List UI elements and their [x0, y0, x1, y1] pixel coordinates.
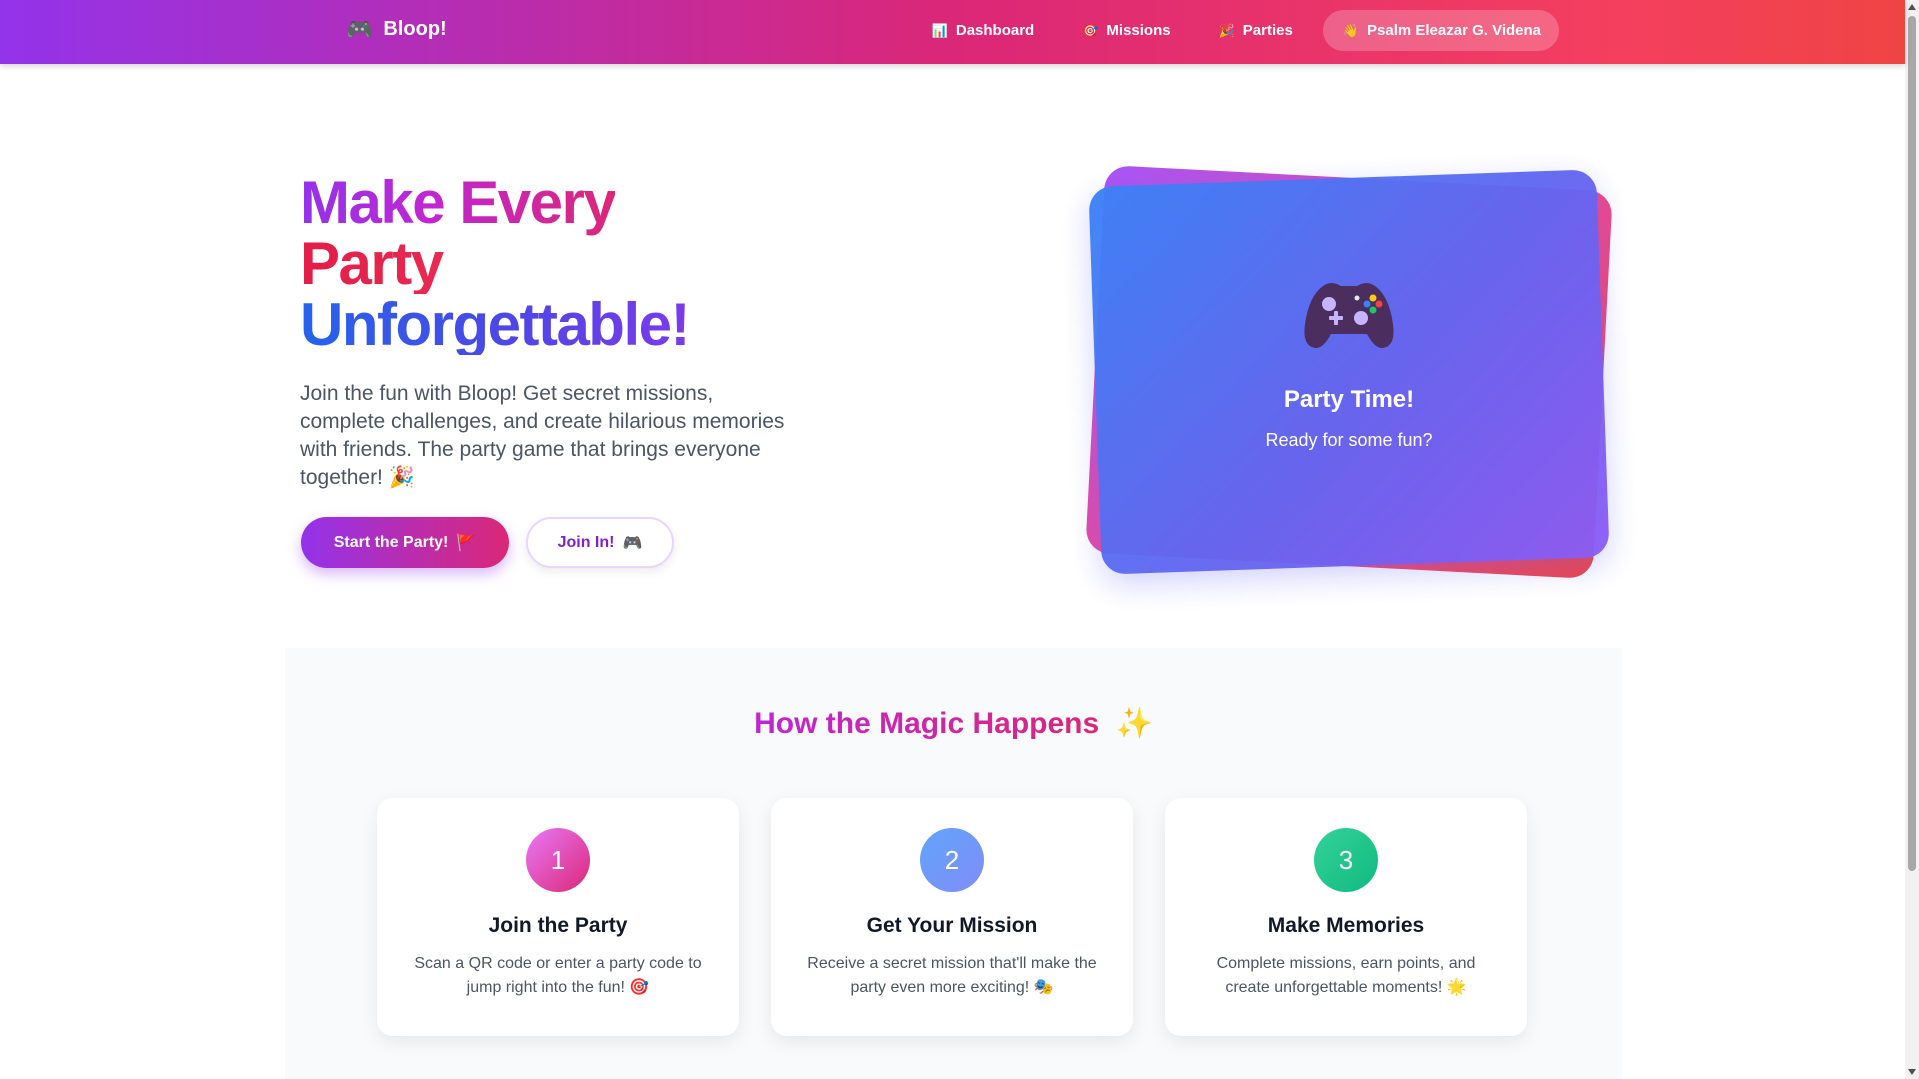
- how-it-works-section: How the Magic Happens ✨ 1 Join the Party…: [285, 648, 1622, 1079]
- game-controller-icon: 🎮: [346, 16, 374, 42]
- step-title: Get Your Mission: [866, 914, 1038, 937]
- bar-chart-icon: 📊: [931, 22, 948, 38]
- brand-logo[interactable]: 🎮 Bloop!: [346, 18, 447, 41]
- step-number: 2: [920, 828, 984, 892]
- game-controller-icon: 🎮: [622, 534, 643, 552]
- step-title: Make Memories: [1267, 914, 1425, 937]
- hero-title: Make Every Party Unforgettable!: [300, 169, 690, 358]
- user-menu-button[interactable]: 👋 Psalm Eleazar G. Videna: [1322, 10, 1559, 51]
- step-description: Receive a secret mission that'll make th…: [807, 955, 1097, 996]
- step-title: Join the Party: [488, 914, 628, 937]
- step-description: Scan a QR code or enter a party code to …: [414, 955, 702, 996]
- nav-link-label: Parties: [1242, 22, 1293, 39]
- nav-link-parties[interactable]: 🎉 Parties: [1201, 10, 1311, 51]
- section-title: How the Magic Happens ✨: [285, 706, 1622, 741]
- scrollbar-thumb[interactable]: [1908, 16, 1916, 871]
- target-icon: 🎯: [1082, 22, 1099, 38]
- page-scrollbar[interactable]: [1905, 0, 1919, 1079]
- hero-card-title: Party Time!: [1283, 386, 1415, 413]
- hero-description: Join the fun with Bloop! Get secret miss…: [300, 382, 785, 489]
- sparkles-icon: ✨: [1115, 707, 1153, 740]
- join-in-button[interactable]: Join In! 🎮: [526, 517, 674, 568]
- join-in-label: Join In!: [557, 533, 615, 551]
- step-card: 3 Make Memories Complete missions, earn …: [1165, 798, 1527, 1036]
- hero-title-line3: Unforgettable!: [300, 291, 690, 358]
- hero-card-content: Party Time! Ready for some fun?: [1085, 168, 1613, 576]
- section-title-text: How the Magic Happens: [754, 707, 1100, 740]
- navbar: 🎮 Bloop! 📊 Dashboard 🎯 Missions 🎉 Partie…: [0, 0, 1905, 64]
- scroll-down-arrow-icon[interactable]: [1908, 1069, 1916, 1075]
- flag-icon: 🚩: [456, 534, 477, 552]
- start-party-label: Start the Party!: [333, 533, 449, 551]
- party-popper-icon: 🎉: [1218, 22, 1235, 38]
- waving-hand-icon: 👋: [1342, 22, 1360, 38]
- start-party-button[interactable]: Start the Party! 🚩: [301, 517, 509, 568]
- step-number: 3: [1314, 828, 1378, 892]
- steps-list: 1 Join the Party Scan a QR code or enter…: [377, 798, 1527, 1036]
- nav-link-label: Dashboard: [955, 22, 1035, 39]
- step-card: 1 Join the Party Scan a QR code or enter…: [377, 798, 739, 1036]
- hero-card-subtitle: Ready for some fun?: [1265, 430, 1433, 450]
- hero-title-line2: Party: [300, 233, 689, 294]
- nav-links: 📊 Dashboard 🎯 Missions 🎉 Parties 👋 Psalm…: [914, 10, 1559, 51]
- nav-link-label: Missions: [1106, 22, 1171, 39]
- hero-title-line1: Make Every: [300, 169, 617, 236]
- game-controller-icon: [1304, 283, 1394, 349]
- step-description: Complete missions, earn points, and crea…: [1216, 955, 1476, 996]
- hero-card: Party Time! Ready for some fun?: [1085, 164, 1613, 580]
- step-number: 1: [526, 828, 590, 892]
- step-card: 2 Get Your Mission Receive a secret miss…: [771, 798, 1133, 1036]
- user-name: Psalm Eleazar G. Videna: [1367, 22, 1541, 39]
- scroll-up-arrow-icon[interactable]: [1908, 4, 1916, 10]
- nav-link-missions[interactable]: 🎯 Missions: [1064, 10, 1188, 51]
- nav-link-dashboard[interactable]: 📊 Dashboard: [914, 10, 1053, 51]
- brand-name: Bloop!: [383, 18, 447, 40]
